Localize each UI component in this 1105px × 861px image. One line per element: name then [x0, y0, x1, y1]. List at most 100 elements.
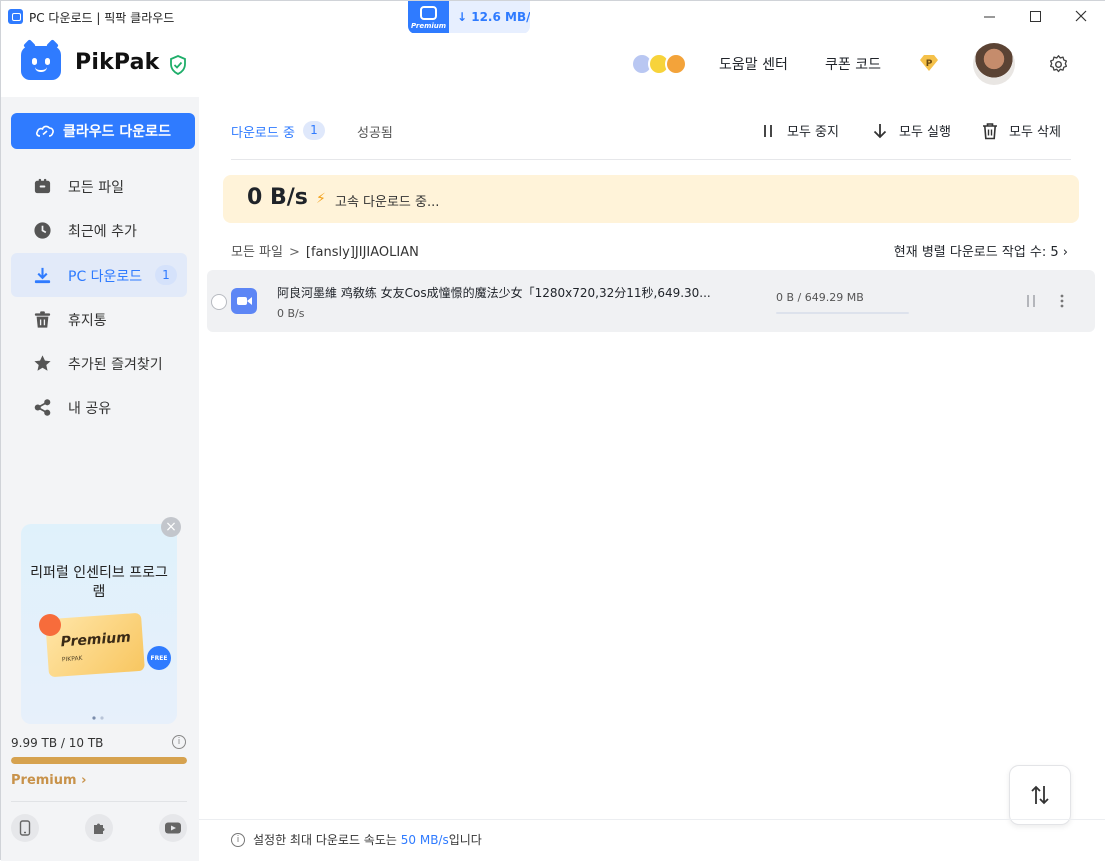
pause-icon[interactable] [1024, 294, 1038, 308]
cloud-download-label: 클라우드 다운로드 [63, 124, 171, 140]
promo-card-text: Premium [60, 629, 132, 651]
tab-completed[interactable]: 성공됨 [357, 122, 393, 141]
concurrent-tasks-label: 현재 병렬 다운로드 작업 수: 5 [893, 245, 1059, 260]
pikpak-logo-icon [21, 39, 61, 80]
sidebar-item-label: 추가된 즐겨찾기 [68, 357, 163, 373]
window-title: PC 다운로드 | 픽팍 클라우드 [29, 11, 175, 25]
sidebar-item-label: 휴지통 [68, 313, 107, 329]
app-window: PC 다운로드 | 픽팍 클라우드 Premium ↓ 12.6 MB/S Pi… [0, 0, 1105, 861]
storage-usage: 9.99 TB / 10 TB [11, 736, 104, 750]
sidebar-item-shares[interactable]: 내 공유 [11, 385, 187, 429]
download-icon [34, 267, 51, 284]
delete-all-button[interactable]: 모두 삭제 [981, 121, 1061, 140]
tab-downloading[interactable]: 다운로드 중 [231, 122, 295, 141]
file-progress-bar [776, 312, 909, 314]
sidebar-item-recent[interactable]: 최근에 추가 [11, 208, 187, 252]
sidebar-item-favorites[interactable]: 추가된 즐겨찾기 [11, 341, 187, 385]
promo-close-icon[interactable]: × [161, 517, 181, 537]
app-icon [8, 9, 23, 24]
points-icon[interactable]: P [918, 54, 940, 72]
sidebar-item-label: 모든 파일 [68, 180, 124, 196]
speed-limit-note: i 설정한 최대 다운로드 속도는 50 MB/s입니다 [231, 831, 482, 848]
lightning-icon: ⚡ [316, 191, 326, 207]
sidebar-item-all-files[interactable]: 모든 파일 [11, 164, 187, 208]
download-row[interactable]: 阿良河墨維 鸡敎练 女友Cos成憧憬的魔法少女「1280x720,32分11秒,… [207, 270, 1095, 332]
pause-all-button[interactable]: 모두 중지 [759, 121, 839, 140]
sidebar-item-pc-download[interactable]: PC 다운로드 1 [11, 253, 187, 297]
promo-card-sub: PIKPAK [61, 654, 83, 664]
sidebar-item-label: PC 다운로드 [68, 269, 143, 285]
concurrent-tasks-link[interactable]: 현재 병렬 다운로드 작업 수: 5 › [894, 241, 1068, 260]
sidebar-item-trash[interactable]: 휴지통 [11, 297, 187, 341]
download-speed: ↓ 12.6 MB/S [457, 10, 530, 24]
sidebar: 클라우드 다운로드 모든 파일 최근에 추가 PC 다운로드 1 휴지통 추가된… [1, 97, 199, 861]
share-icon [34, 399, 51, 416]
star-icon [34, 355, 51, 371]
trash-icon [34, 311, 51, 328]
row-checkbox[interactable] [211, 294, 227, 310]
shield-check-icon[interactable] [169, 55, 187, 75]
help-center-link[interactable]: 도움말 센터 [719, 54, 788, 74]
extension-puzzle-icon[interactable] [85, 814, 113, 842]
youtube-icon[interactable] [159, 814, 187, 842]
coupon-code-link[interactable]: 쿠폰 코드 [825, 54, 881, 74]
chevron-right-icon: > [288, 245, 300, 260]
divider [11, 801, 187, 802]
breadcrumb-folder[interactable]: [fansly]JIJIAOLIAN [306, 245, 419, 260]
promo-title: 리퍼럴 인센티브 프로그램 [30, 565, 168, 600]
banner-status: 고속 다운로드 중... [335, 195, 440, 210]
carousel-dots[interactable] [91, 716, 107, 720]
logo-text: PikPak [75, 50, 160, 75]
divider [199, 819, 1105, 820]
main-panel: 다운로드 중 1 성공됨 모두 중지 모두 실행 모두 삭제 0 B/s ⚡ 고… [199, 97, 1105, 861]
delete-all-label: 모두 삭제 [1009, 125, 1061, 140]
speed-indicator[interactable]: Premium ↓ 12.6 MB/S [408, 1, 530, 34]
mobile-icon[interactable] [11, 814, 39, 842]
sidebar-item-label: 최근에 추가 [68, 224, 137, 240]
folder-icon [34, 178, 51, 194]
speed-limit-link[interactable]: 50 MB/s [401, 833, 449, 847]
resume-all-label: 모두 실행 [899, 125, 951, 140]
free-badge: FREE [147, 646, 171, 670]
cloud-download-button[interactable]: 클라우드 다운로드 [11, 113, 195, 149]
divider [231, 159, 1071, 160]
video-file-icon [231, 288, 257, 314]
premium-icon [420, 6, 437, 20]
sort-button[interactable] [1009, 765, 1071, 825]
breadcrumb: 모든 파일 > [fansly]JIJIAOLIAN [231, 241, 419, 260]
community-icons[interactable] [631, 53, 687, 75]
sidebar-item-label: 내 공유 [68, 401, 112, 417]
title-bar: PC 다운로드 | 픽팍 클라우드 Premium ↓ 12.6 MB/S [1, 1, 1105, 34]
pause-icon [764, 124, 772, 137]
file-progress-size: 0 B / 649.29 MB [776, 291, 864, 304]
points-label: P [926, 59, 933, 69]
clock-icon [34, 222, 51, 239]
breadcrumb-root[interactable]: 모든 파일 [231, 245, 283, 260]
premium-link[interactable]: Premium › [11, 773, 86, 788]
info-icon[interactable]: i [172, 735, 186, 749]
app-header: PikPak 도움말 센터 쿠폰 코드 P [1, 33, 1105, 97]
maximize-button[interactable] [1012, 1, 1058, 31]
gift-badge-icon [39, 614, 61, 636]
resume-all-button[interactable]: 모두 실행 [871, 121, 951, 140]
minimize-button[interactable] [966, 1, 1012, 31]
message-icon [665, 53, 687, 75]
pause-all-label: 모두 중지 [787, 125, 839, 140]
cloud-link-icon [36, 125, 54, 137]
storage-bar [11, 757, 187, 764]
sort-arrows-icon [1031, 785, 1049, 805]
info-icon: i [231, 832, 245, 847]
storage-bar-fill [11, 757, 187, 764]
premium-badge: Premium [408, 1, 449, 34]
current-speed: 0 B/s [247, 185, 308, 210]
premium-label: Premium [411, 22, 447, 30]
close-button[interactable] [1058, 1, 1104, 31]
speed-limit-prefix: 설정한 최대 다운로드 속도는 [253, 833, 401, 847]
gear-icon[interactable] [1048, 54, 1069, 75]
user-avatar[interactable] [973, 43, 1015, 85]
downloading-count-badge: 1 [303, 121, 325, 140]
referral-promo-card[interactable]: 리퍼럴 인센티브 프로그램 Premium PIKPAK FREE [21, 524, 177, 724]
arrow-down-icon [873, 123, 887, 138]
more-options-icon[interactable] [1057, 293, 1067, 309]
premium-link-label: Premium [11, 773, 77, 788]
